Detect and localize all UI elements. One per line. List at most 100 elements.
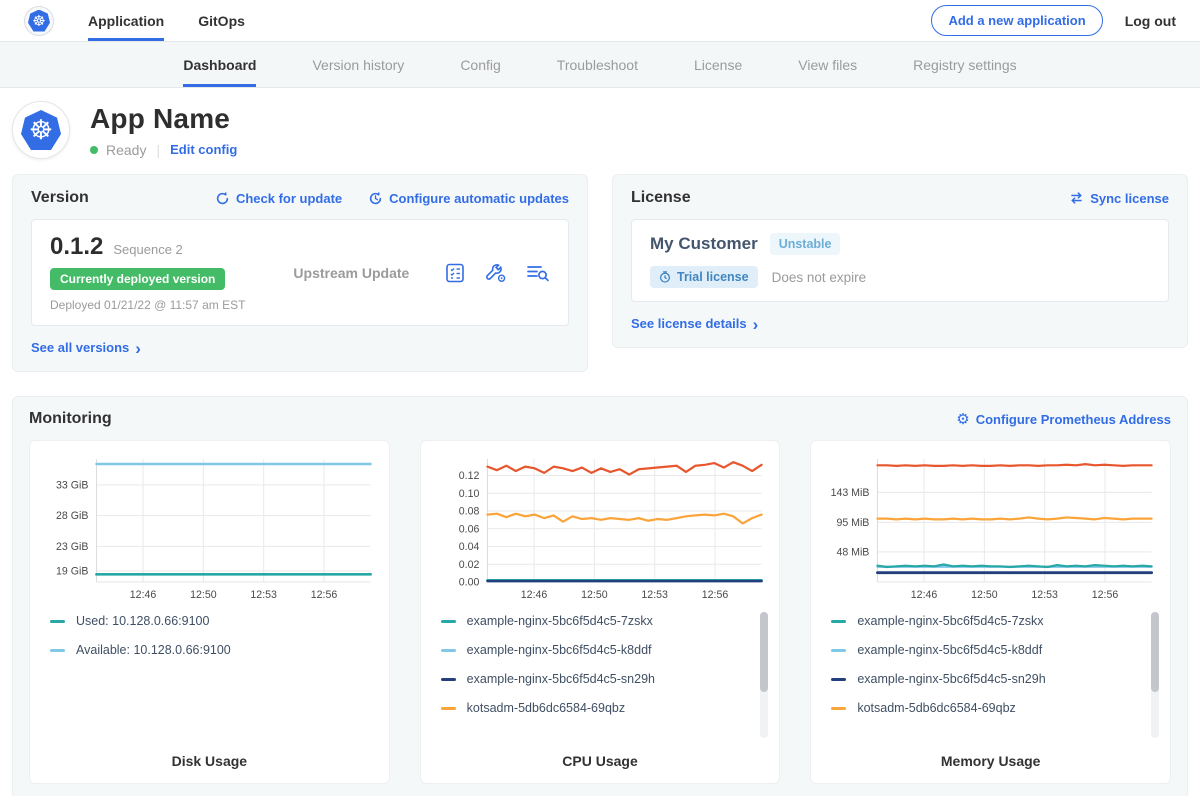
svg-text:0.04: 0.04 (458, 541, 479, 553)
legend-scrollbar-thumb[interactable] (1151, 612, 1159, 692)
legend-item-kotsadm-5db6dc6584-69qbz[interactable]: kotsadm-5db6dc6584-69qbz (441, 701, 764, 715)
legend-swatch (831, 678, 846, 681)
see-all-versions-link[interactable]: See all versions › (31, 340, 141, 355)
version-card: Version Check for update Configure autom… (12, 174, 588, 372)
svg-text:0.10: 0.10 (458, 488, 479, 500)
divider: | (154, 142, 162, 158)
chart-plot-disk-usage: 33 GiB28 GiB23 GiB19 GiB12:4612:5012:531… (40, 451, 379, 604)
legend-item-example-nginx-5bc6f5d4c5-sn29h[interactable]: example-nginx-5bc6f5d4c5-sn29h (831, 672, 1154, 686)
legend-label: example-nginx-5bc6f5d4c5-sn29h (857, 672, 1045, 686)
kubernetes-logo: ☸ (24, 6, 54, 36)
timer-icon (659, 271, 671, 283)
tab-version-history[interactable]: Version history (312, 42, 404, 87)
kubernetes-helm-icon: ☸ (28, 10, 50, 32)
app-header: ☸ App Name Ready | Edit config (0, 88, 1200, 174)
legend-scrollbar-thumb[interactable] (760, 612, 768, 692)
chart-title-memory-usage: Memory Usage (821, 745, 1160, 769)
svg-text:23 GiB: 23 GiB (56, 541, 88, 553)
license-expiry: Does not expire (772, 270, 867, 285)
svg-text:12:46: 12:46 (130, 589, 157, 601)
add-application-button[interactable]: Add a new application (931, 5, 1102, 36)
tab-license[interactable]: License (694, 42, 742, 87)
see-license-details-link[interactable]: See license details › (631, 316, 758, 331)
legend-swatch (831, 620, 846, 623)
tab-troubleshoot[interactable]: Troubleshoot (557, 42, 638, 87)
topnav-items: Application GitOps (88, 0, 245, 41)
see-all-versions-label: See all versions (31, 340, 129, 355)
channel-badge: Unstable (770, 233, 841, 255)
app-icon: ☸ (12, 101, 70, 159)
sync-license-link[interactable]: Sync license (1069, 191, 1169, 206)
tab-view-files[interactable]: View files (798, 42, 857, 87)
configure-automatic-updates-label: Configure automatic updates (389, 191, 569, 206)
edit-config-link[interactable]: Edit config (170, 142, 237, 157)
license-summary-row: My Customer Unstable Trial license Does … (631, 219, 1169, 302)
legend-label: example-nginx-5bc6f5d4c5-7zskx (857, 614, 1043, 628)
gear-icon: ⚙ (956, 412, 969, 427)
chart-plot-cpu-usage: 0.120.100.080.060.040.020.0012:4612:5012… (431, 451, 770, 604)
tab-config[interactable]: Config (460, 42, 500, 87)
chart-card-disk-usage: 33 GiB28 GiB23 GiB19 GiB12:4612:5012:531… (29, 440, 390, 784)
chart-title-cpu-usage: CPU Usage (431, 745, 770, 769)
monitoring-title: Monitoring (29, 410, 112, 428)
legend-item-available-10-128-0-66-9100[interactable]: Available: 10.128.0.66:9100 (50, 643, 373, 657)
svg-text:0.06: 0.06 (458, 523, 479, 535)
legend-item-example-nginx-5bc6f5d4c5-sn29h[interactable]: example-nginx-5bc6f5d4c5-sn29h (441, 672, 764, 686)
legend-label: kotsadm-5db6dc6584-69qbz (467, 701, 625, 715)
topnav: ☸ Application GitOps Add a new applicatio… (0, 0, 1200, 42)
svg-text:12:56: 12:56 (1092, 589, 1119, 601)
preflight-checks-icon[interactable] (444, 262, 466, 284)
topnav-item-application[interactable]: Application (88, 0, 164, 41)
version-source: Upstream Update (293, 265, 409, 281)
chart-title-disk-usage: Disk Usage (40, 745, 379, 769)
legend-swatch (50, 649, 65, 652)
legend-scrollbar[interactable] (760, 612, 768, 738)
current-version-row: 0.1.2 Sequence 2 Currently deployed vers… (31, 219, 569, 326)
check-for-update-label: Check for update (236, 191, 342, 206)
legend-swatch (441, 649, 456, 652)
svg-text:143 MiB: 143 MiB (831, 487, 870, 499)
config-wrench-icon[interactable] (484, 262, 508, 284)
trial-license-label: Trial license (677, 270, 749, 284)
svg-text:12:50: 12:50 (190, 589, 217, 601)
check-for-update-link[interactable]: Check for update (215, 191, 342, 206)
license-card: License Sync license My Customer Unstabl… (612, 174, 1188, 348)
legend-label: kotsadm-5db6dc6584-69qbz (857, 701, 1015, 715)
configure-prometheus-link[interactable]: ⚙ Configure Prometheus Address (956, 412, 1171, 427)
refresh-icon (215, 191, 230, 206)
svg-text:0.08: 0.08 (458, 506, 479, 518)
chart-legend-memory-usage: example-nginx-5bc6f5d4c5-7zskx example-ng… (821, 610, 1160, 745)
version-card-title: Version (31, 189, 89, 207)
topnav-item-gitops[interactable]: GitOps (198, 0, 245, 41)
svg-text:12:50: 12:50 (581, 589, 608, 601)
legend-item-example-nginx-5bc6f5d4c5-7zskx[interactable]: example-nginx-5bc6f5d4c5-7zskx (441, 614, 764, 628)
monitoring-section: Monitoring ⚙ Configure Prometheus Addres… (12, 396, 1188, 796)
deployed-timestamp: Deployed 01/21/22 @ 11:57 am EST (50, 298, 245, 312)
legend-scrollbar[interactable] (1151, 612, 1159, 738)
svg-text:0.00: 0.00 (458, 577, 479, 589)
legend-item-used-10-128-0-66-9100[interactable]: Used: 10.128.0.66:9100 (50, 614, 373, 628)
status-text: Ready (106, 142, 146, 158)
view-logs-icon[interactable] (526, 263, 550, 283)
legend-item-example-nginx-5bc6f5d4c5-7zskx[interactable]: example-nginx-5bc6f5d4c5-7zskx (831, 614, 1154, 628)
tab-registry-settings[interactable]: Registry settings (913, 42, 1016, 87)
svg-text:0.02: 0.02 (458, 559, 479, 571)
legend-item-example-nginx-5bc6f5d4c5-k8ddf[interactable]: example-nginx-5bc6f5d4c5-k8ddf (831, 643, 1154, 657)
legend-label: Available: 10.128.0.66:9100 (76, 643, 231, 657)
legend-label: example-nginx-5bc6f5d4c5-k8ddf (857, 643, 1042, 657)
main-content: Version Check for update Configure autom… (0, 174, 1200, 796)
legend-label: example-nginx-5bc6f5d4c5-sn29h (467, 672, 655, 686)
configure-automatic-updates-link[interactable]: Configure automatic updates (368, 191, 569, 206)
customer-name: My Customer (650, 234, 758, 254)
tab-dashboard[interactable]: Dashboard (183, 42, 256, 87)
legend-label: example-nginx-5bc6f5d4c5-k8ddf (467, 643, 652, 657)
legend-item-example-nginx-5bc6f5d4c5-k8ddf[interactable]: example-nginx-5bc6f5d4c5-k8ddf (441, 643, 764, 657)
chart-legend-disk-usage: Used: 10.128.0.66:9100 Available: 10.128.… (40, 610, 379, 745)
legend-item-kotsadm-5db6dc6584-69qbz[interactable]: kotsadm-5db6dc6584-69qbz (831, 701, 1154, 715)
legend-swatch (441, 678, 456, 681)
logout-button[interactable]: Log out (1125, 13, 1176, 29)
kubernetes-helm-icon: ☸ (21, 110, 61, 150)
svg-text:95 MiB: 95 MiB (837, 517, 870, 529)
chart-legend-cpu-usage: example-nginx-5bc6f5d4c5-7zskx example-ng… (431, 610, 770, 745)
see-license-details-label: See license details (631, 316, 747, 331)
